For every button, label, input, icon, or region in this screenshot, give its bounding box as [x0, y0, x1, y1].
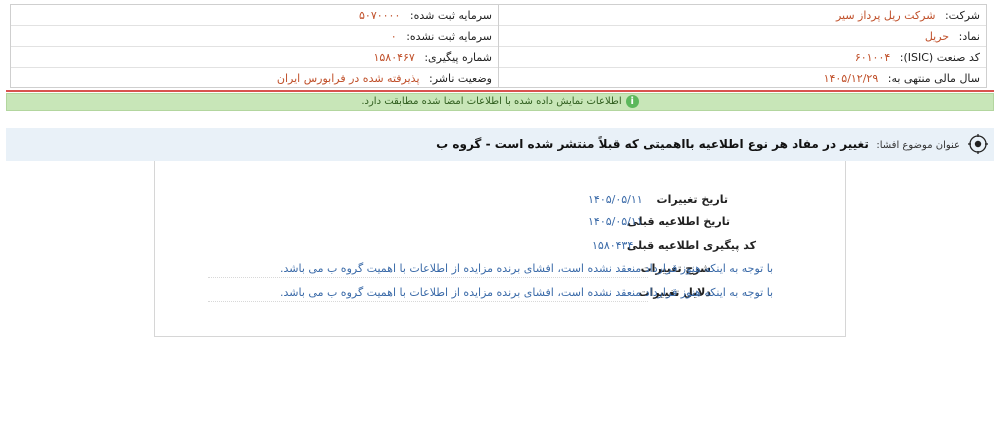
- prev-tracking-label: کد پیگیری اطلاعیه قبلی: [626, 239, 756, 252]
- publisher-status-label: وضعیت ناشر:: [429, 72, 492, 85]
- publisher-status-row: وضعیت ناشر: پذیرفته شده در فرابورس ایران: [11, 68, 498, 89]
- unregistered-capital-value: ۰: [390, 30, 397, 43]
- isic-value: ۶۰۱۰۰۴: [854, 51, 891, 64]
- tracking-number-value: ۱۵۸۰۴۶۷: [373, 51, 415, 64]
- isic-label: کد صنعت (ISIC):: [899, 51, 980, 64]
- company-value: شرکت ریل پرداز سیر: [835, 9, 936, 22]
- company-info-left-column: سرمایه ثبت شده: ۵۰۷۰۰۰۰ سرمایه ثبت نشده:…: [11, 5, 499, 87]
- divider: [208, 301, 648, 302]
- prev-date-value: ۱۴۰۵/۰۵/۱۱: [588, 215, 643, 228]
- change-reason-value: با توجه به اینکه هنوز قرارداد منعقد نشده…: [280, 286, 774, 299]
- prev-tracking-row: کد پیگیری اطلاعیه قبلی ۱۵۸۰۴۳۴: [560, 239, 756, 253]
- divider: [208, 277, 648, 278]
- registered-capital-label: سرمایه ثبت شده:: [409, 9, 492, 22]
- isic-row: کد صنعت (ISIC): ۶۰۱۰۰۴: [497, 47, 986, 68]
- fiscal-year-value: ۱۴۰۵/۱۲/۲۹: [823, 72, 879, 85]
- change-description-row: شرح تغییرات با توجه به اینکه هنوز قراردا…: [280, 262, 773, 276]
- publisher-status-value: پذیرفته شده در فرابورس ایران: [276, 72, 420, 85]
- prev-date-row: تاریخ اطلاعیه قبلی ۱۴۰۵/۰۵/۱۱: [560, 215, 730, 229]
- symbol-label: نماد:: [958, 30, 980, 43]
- company-info-right-column: شرکت: شرکت ریل پرداز سیر نماد: حریل کد ص…: [497, 5, 986, 87]
- change-date-value: ۱۴۰۵/۰۵/۱۱: [588, 193, 643, 206]
- change-date-row: تاریخ تغییرات ۱۴۰۵/۰۵/۱۱: [560, 193, 728, 207]
- company-row: شرکت: شرکت ریل پرداز سیر: [497, 5, 986, 26]
- subject-label: عنوان موضوع افشا:: [876, 140, 960, 151]
- verification-text: اطلاعات نمایش داده شده با اطلاعات امضا ش…: [361, 96, 622, 107]
- change-date-label: تاریخ تغییرات: [656, 193, 728, 206]
- verification-banner: iاطلاعات نمایش داده شده با اطلاعات امضا …: [6, 93, 994, 111]
- tracking-number-row: شماره پیگیری: ۱۵۸۰۴۶۷: [11, 47, 498, 68]
- unregistered-capital-row: سرمایه ثبت نشده: ۰: [11, 26, 498, 47]
- registered-capital-row: سرمایه ثبت شده: ۵۰۷۰۰۰۰: [11, 5, 498, 26]
- change-reason-row: دلایل تغییرات با توجه به اینکه هنوز قرار…: [280, 286, 773, 300]
- company-label: شرکت:: [944, 9, 980, 22]
- unregistered-capital-label: سرمایه ثبت نشده:: [406, 30, 492, 43]
- target-icon: [968, 134, 988, 154]
- fiscal-year-label: سال مالی منتهی به:: [887, 72, 980, 85]
- subject-title: تغییر در مفاد هر نوع اطلاعیه بااهمیتی که…: [436, 137, 869, 151]
- symbol-row: نماد: حریل: [497, 26, 986, 47]
- tracking-number-label: شماره پیگیری:: [424, 51, 492, 64]
- disclosure-subject-bar: عنوان موضوع افشا: تغییر در مفاد هر نوع ا…: [6, 128, 994, 161]
- fiscal-year-row: سال مالی منتهی به: ۱۴۰۵/۱۲/۲۹: [497, 68, 986, 89]
- registered-capital-value: ۵۰۷۰۰۰۰: [359, 9, 401, 22]
- separator-line: [6, 90, 994, 92]
- company-info-table: شرکت: شرکت ریل پرداز سیر نماد: حریل کد ص…: [10, 4, 987, 88]
- info-icon: i: [625, 94, 639, 108]
- prev-tracking-value: ۱۵۸۰۴۳۴: [592, 239, 634, 252]
- symbol-value: حریل: [924, 30, 950, 43]
- change-description-value: با توجه به اینکه هنوز قرارداد منعقد نشده…: [280, 262, 774, 275]
